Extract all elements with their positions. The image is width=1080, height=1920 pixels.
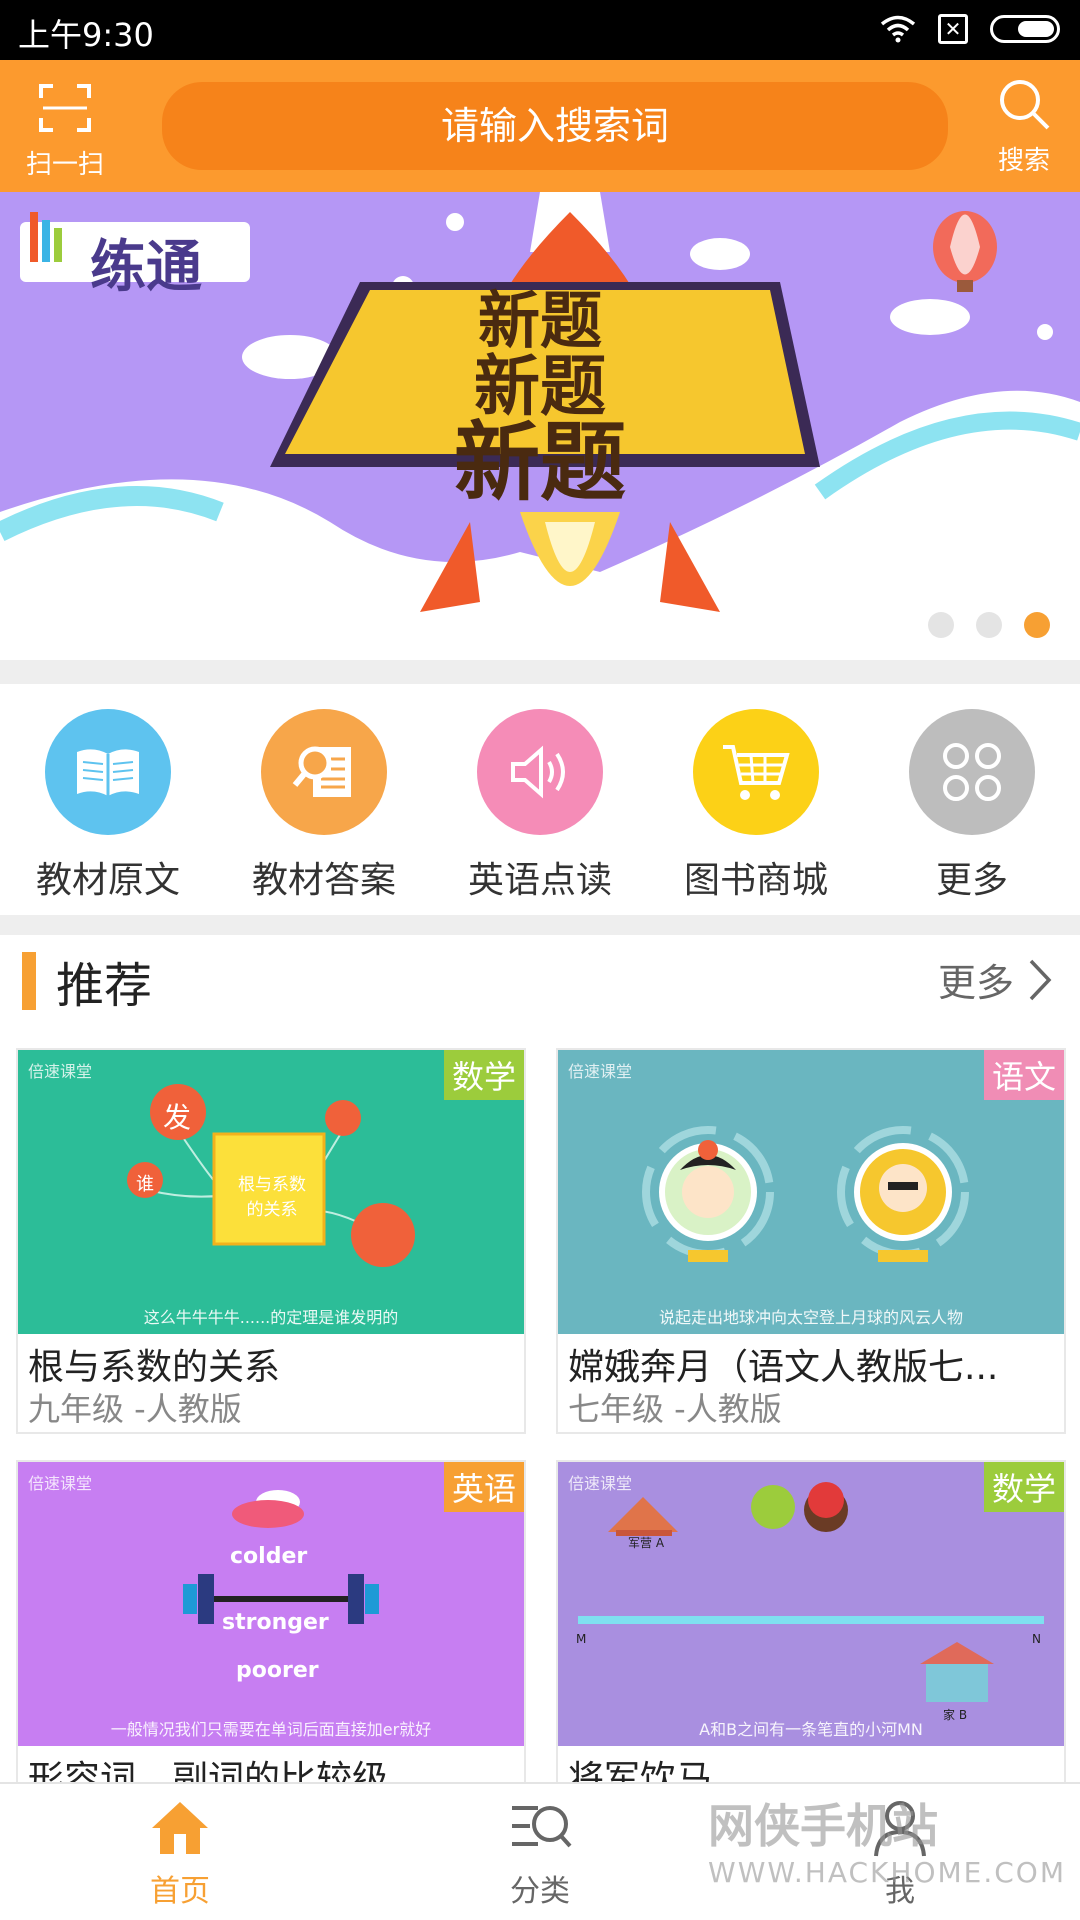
bottom-nav: 首页 分类 我: [0, 1782, 1080, 1920]
course-title: 嫦娥奔月（语文人教版七...: [568, 1347, 999, 1384]
thumbnail-watermark: 倍速课堂: [28, 1062, 93, 1081]
section-title: 推荐: [56, 958, 153, 1014]
thumbnail-word: stronger: [222, 1610, 329, 1635]
magnifier-document-icon: [261, 709, 387, 835]
thumbnail-bubble: 谁: [136, 1174, 154, 1195]
quick-nav-label: 教材原文: [35, 860, 180, 901]
thumbnail-caption: 一般情况我们只需要在单词后面直接加er就好: [110, 1720, 432, 1739]
search-icon: [1000, 80, 1050, 130]
scan-icon: [39, 84, 91, 132]
status-bar: 上午9:30 ✕: [0, 0, 1080, 60]
course-thumbnail: 发 谁 根与系数的关系 倍速课堂 数学 这么牛牛牛牛......的定理是谁发明的: [18, 1050, 524, 1334]
thumbnail-caption: 这么牛牛牛牛......的定理是谁发明的: [143, 1308, 399, 1327]
course-thumbnail: 倍速课堂 语文 说起走出地球冲向太空登上月球的风云人物: [558, 1050, 1064, 1334]
top-header: 扫一扫 请输入搜索词 搜索: [0, 60, 1080, 192]
promo-banner[interactable]: 练通 新题 新题 新题: [0, 192, 1080, 660]
search-button[interactable]: 搜索: [984, 76, 1064, 177]
thumbnail-bubble: 发: [163, 1101, 192, 1134]
course-meta: 七年级 -人教版: [568, 1390, 782, 1428]
thumbnail-word: colder: [230, 1544, 308, 1569]
quick-nav-more[interactable]: 更多: [864, 685, 1080, 915]
banner-headline-line-1: 新题: [477, 284, 602, 357]
map-point-label: M: [576, 1632, 587, 1646]
quick-nav-label: 英语点读: [467, 860, 612, 901]
pagination-dot-active[interactable]: [1024, 612, 1050, 638]
course-card[interactable]: 倍速课堂 语文 说起走出地球冲向太空登上月球的风云人物 嫦娥奔月（语文人教版七.…: [556, 1048, 1066, 1434]
pagination-dot[interactable]: [976, 612, 1002, 638]
banner-headline-line-2: 新题: [474, 348, 606, 425]
bottom-tab-profile[interactable]: 我: [720, 1784, 1080, 1920]
book-icon: [45, 709, 171, 835]
course-thumbnail: colder stronger poorer 倍速课堂 英语 一般情况我们只需要…: [18, 1462, 524, 1746]
map-point-label: N: [1032, 1632, 1041, 1646]
banner-headline-line-3: 新题: [454, 413, 626, 513]
chevron-right-icon: [1029, 959, 1052, 1000]
search-label: 搜索: [997, 146, 1050, 176]
thumbnail-watermark: 倍速课堂: [28, 1474, 93, 1493]
quick-nav: 教材原文 教材答案 英语点读 图书商城 更多: [0, 685, 1080, 915]
quick-nav-label: 更多: [935, 860, 1008, 901]
quick-nav-textbook[interactable]: 教材原文: [0, 685, 216, 915]
bottom-tab-label: 分类: [510, 1874, 570, 1909]
bottom-tab-label: 首页: [150, 1874, 210, 1909]
no-sim-icon: ✕: [938, 14, 968, 44]
bottom-tab-label: 我: [885, 1874, 915, 1909]
course-title: 根与系数的关系: [28, 1347, 281, 1384]
recommend-header: 推荐 更多: [0, 940, 1080, 1030]
divider: [0, 660, 1080, 684]
divider: [0, 915, 1080, 935]
cart-icon: [693, 709, 819, 835]
scan-label: 扫一扫: [25, 150, 104, 180]
status-time: 上午9:30: [18, 16, 154, 54]
more-link[interactable]: 更多: [938, 952, 1052, 1007]
banner-pagination: [928, 612, 1050, 638]
battery-icon: [990, 15, 1060, 43]
status-icons: ✕: [880, 14, 1060, 44]
banner-logo: 练通: [90, 235, 202, 300]
thumbnail-caption: 说起走出地球冲向太空登上月球的风云人物: [658, 1308, 963, 1327]
pagination-dot[interactable]: [928, 612, 954, 638]
quick-nav-label: 图书商城: [683, 860, 828, 901]
quick-nav-english-reading[interactable]: 英语点读: [432, 685, 648, 915]
map-point-label: 军营 A: [628, 1536, 665, 1550]
thumbnail-caption: A和B之间有一条笔直的小河MN: [699, 1720, 923, 1739]
more-grid-icon: [909, 709, 1035, 835]
thumbnail-watermark: 倍速课堂: [568, 1474, 633, 1493]
subject-badge: 数学: [983, 1462, 1064, 1512]
course-meta: 九年级 -人教版: [28, 1390, 242, 1428]
course-card[interactable]: 发 谁 根与系数的关系 倍速课堂 数学 这么牛牛牛牛......的定理是谁发明的…: [16, 1048, 526, 1434]
thumbnail-watermark: 倍速课堂: [568, 1062, 633, 1081]
quick-nav-bookstore[interactable]: 图书商城: [648, 685, 864, 915]
search-input[interactable]: 请输入搜索词: [162, 82, 948, 170]
thumbnail-text: 根与系数的关系: [238, 1175, 306, 1220]
subject-badge: 数学: [443, 1050, 524, 1100]
subject-badge: 语文: [983, 1050, 1064, 1100]
home-icon: [152, 1802, 208, 1854]
category-search-icon: [512, 1806, 572, 1848]
wifi-icon: [880, 15, 916, 43]
section-accent-bar: [22, 952, 36, 1010]
quick-nav-answers[interactable]: 教材答案: [216, 685, 432, 915]
scan-button[interactable]: 扫一扫: [20, 80, 110, 181]
banner-headline: 新题 新题 新题: [290, 284, 790, 513]
more-label: 更多: [937, 961, 1014, 1005]
thumbnail-word: poorer: [236, 1658, 319, 1683]
speaker-icon: [477, 709, 603, 835]
bottom-tab-category[interactable]: 分类: [360, 1784, 720, 1920]
course-thumbnail: 军营 A M N 家 B 倍速课堂 数学 A和B之间有一条笔直的小河MN: [558, 1462, 1064, 1746]
bottom-tab-home[interactable]: 首页: [0, 1784, 360, 1920]
profile-icon: [874, 1801, 926, 1857]
subject-badge: 英语: [443, 1462, 524, 1512]
quick-nav-label: 教材答案: [251, 860, 396, 901]
